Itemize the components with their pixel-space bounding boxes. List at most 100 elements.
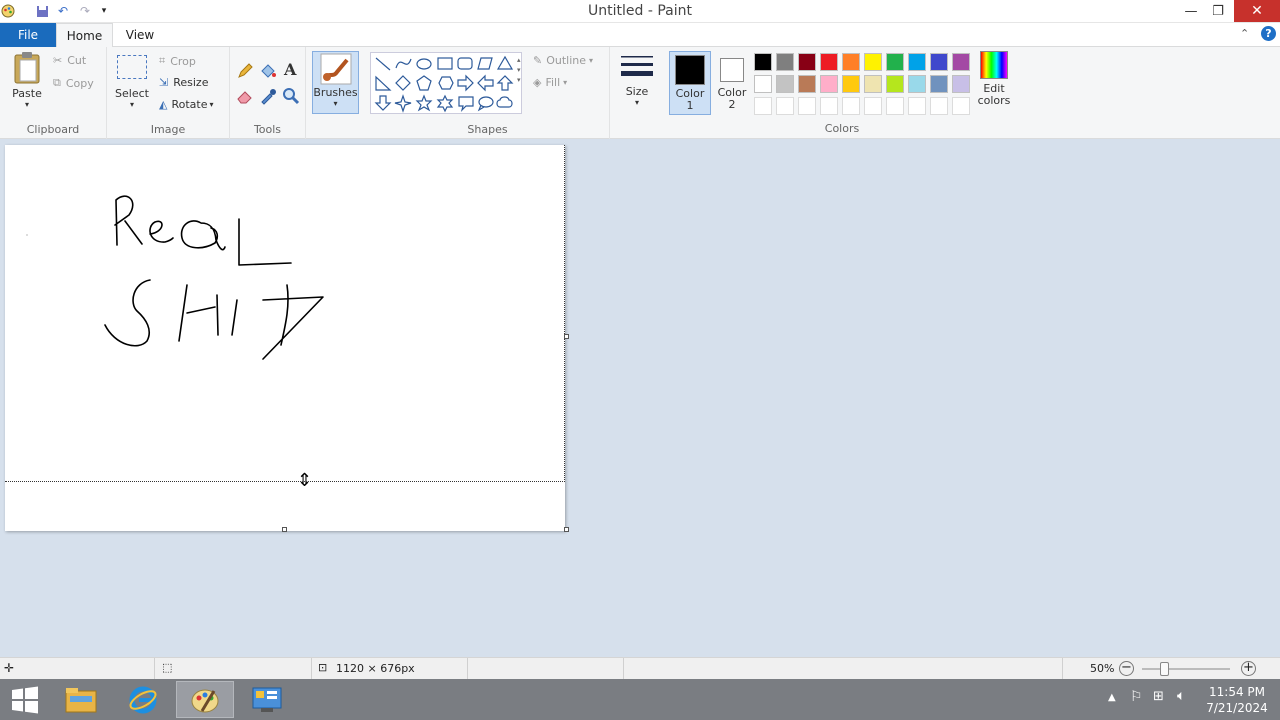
right-arrow-shape-icon (457, 74, 474, 92)
taskbar-clock[interactable]: 11:54 PM 7/21/2024 (1200, 684, 1274, 716)
six-point-star-shape-icon (436, 94, 454, 113)
crop-button[interactable]: ⌗ Crop (159, 54, 196, 68)
palette-swatch[interactable] (908, 75, 926, 93)
tools-group: A Tools (230, 47, 306, 139)
clipboard-group: Paste ▾ ✂ Cut ⧉ Copy Clipboard (0, 47, 107, 139)
show-hidden-icons[interactable]: ▲ (1108, 692, 1116, 703)
palette-swatch[interactable] (886, 53, 904, 71)
zoom-slider[interactable] (1142, 668, 1230, 670)
palette-swatch[interactable] (776, 53, 794, 71)
palette-swatch[interactable] (930, 75, 948, 93)
fill-button[interactable]: ◈ Fill ▾ (533, 76, 567, 89)
palette-swatch[interactable] (886, 75, 904, 93)
custom-color-slot[interactable] (798, 97, 816, 115)
brushes-button[interactable]: Brushes ▾ (312, 51, 359, 114)
canvas-resize-handle-corner[interactable] (564, 527, 569, 532)
fill-bucket-icon[interactable] (259, 62, 277, 80)
palette-swatch[interactable] (952, 53, 970, 71)
palette-swatch[interactable] (820, 75, 838, 93)
paste-button[interactable]: Paste ▾ (8, 51, 46, 115)
outline-label: Outline (546, 54, 587, 67)
palette-swatch[interactable] (798, 53, 816, 71)
crop-label: Crop (170, 54, 196, 68)
clock-time: 11:54 PM (1209, 685, 1265, 699)
canvas-workspace[interactable]: ⇕ (0, 140, 1280, 657)
volume-icon[interactable]: 🔈︎ (1177, 688, 1185, 704)
custom-color-slot[interactable] (820, 97, 838, 115)
canvas-resize-handle-right[interactable] (564, 334, 569, 339)
taskbar-internet-explorer[interactable] (114, 681, 172, 718)
palette-swatch[interactable] (820, 53, 838, 71)
shapes-scroll[interactable]: ▴ ▾ ▾ (517, 55, 521, 85)
select-rectangle-icon (117, 55, 147, 79)
pencil-icon[interactable] (236, 62, 254, 80)
drawing-canvas[interactable] (5, 145, 569, 532)
collapse-ribbon-icon[interactable]: ⌃ (1240, 27, 1249, 40)
maximize-button[interactable]: ❐ (1204, 0, 1232, 22)
custom-color-slot[interactable] (776, 97, 794, 115)
cut-button[interactable]: ✂ Cut (53, 54, 86, 67)
size-button[interactable]: Size ▾ (616, 53, 658, 115)
custom-color-slot[interactable] (754, 97, 772, 115)
clock-date: 7/21/2024 (1206, 701, 1268, 715)
network-icon[interactable]: ⊞ (1153, 689, 1164, 704)
resize-label: Resize (173, 76, 209, 89)
select-button[interactable]: Select ▾ (115, 55, 149, 115)
magnifier-icon[interactable] (282, 87, 300, 105)
palette-swatch[interactable] (754, 53, 772, 71)
palette-swatch[interactable] (908, 53, 926, 71)
taskbar-control-panel[interactable] (238, 681, 296, 718)
copy-button[interactable]: ⧉ Copy (53, 76, 94, 90)
rainbow-icon (980, 51, 1008, 79)
custom-color-slot[interactable] (886, 97, 904, 115)
zoom-slider-thumb[interactable] (1160, 662, 1169, 676)
palette-swatch[interactable] (842, 75, 860, 93)
palette-swatch[interactable] (754, 75, 772, 93)
resize-button[interactable]: ⇲ Resize (159, 76, 208, 89)
color2-label: Color 2 (717, 86, 747, 111)
taskbar-file-explorer[interactable] (52, 681, 110, 718)
custom-color-slot[interactable] (908, 97, 926, 115)
palette-swatch[interactable] (864, 75, 882, 93)
zoom-out-button[interactable]: − (1119, 661, 1134, 676)
text-icon[interactable]: A (284, 60, 296, 79)
custom-color-slot[interactable] (842, 97, 860, 115)
window-title: Untitled - Paint (588, 3, 692, 19)
shapes-group: ▴ ▾ ▾ ✎ Outline ▾ ◈ Fill ▾ Shapes (366, 47, 610, 139)
palette-swatch[interactable] (842, 53, 860, 71)
palette-swatch[interactable] (776, 75, 794, 93)
outline-button[interactable]: ✎ Outline ▾ (533, 54, 593, 67)
oval-callout-shape-icon (477, 96, 494, 112)
eraser-icon[interactable] (236, 87, 254, 105)
crop-icon: ⌗ (159, 54, 166, 67)
handwritten-shit (104, 279, 324, 360)
palette-swatch[interactable] (864, 53, 882, 71)
action-center-flag-icon[interactable]: ⚐ (1130, 689, 1143, 705)
tab-view[interactable]: View (115, 23, 165, 47)
color1-button[interactable]: Color 1 (669, 51, 711, 115)
palette-swatch[interactable] (930, 53, 948, 71)
taskbar-paint[interactable] (176, 681, 234, 718)
minimize-button[interactable]: — (1176, 0, 1206, 22)
custom-color-slot[interactable] (930, 97, 948, 115)
triangle-shape-icon (496, 55, 514, 70)
edit-colors-button[interactable]: Edit colors (974, 51, 1014, 117)
tab-file[interactable]: File (0, 23, 56, 47)
image-size-icon: ⊡ (318, 661, 328, 674)
tab-home[interactable]: Home (56, 23, 113, 48)
color-picker-icon[interactable] (259, 87, 277, 105)
rounded-rectangle-shape-icon (457, 57, 473, 70)
palette-swatch[interactable] (952, 75, 970, 93)
canvas-resize-handle-bottom[interactable] (282, 527, 287, 532)
start-button[interactable] (0, 681, 50, 718)
zoom-in-button[interactable]: + (1241, 661, 1256, 676)
clipboard-group-label: Clipboard (26, 123, 80, 136)
custom-color-slot[interactable] (952, 97, 970, 115)
color2-button[interactable]: Color 2 (714, 51, 750, 115)
rotate-button[interactable]: ◭ Rotate ▾ (159, 98, 214, 111)
palette-swatch[interactable] (798, 75, 816, 93)
close-button[interactable]: ✕ (1234, 0, 1280, 22)
diamond-shape-icon (395, 75, 411, 91)
custom-color-slot[interactable] (864, 97, 882, 115)
help-icon[interactable]: ? (1261, 26, 1276, 41)
